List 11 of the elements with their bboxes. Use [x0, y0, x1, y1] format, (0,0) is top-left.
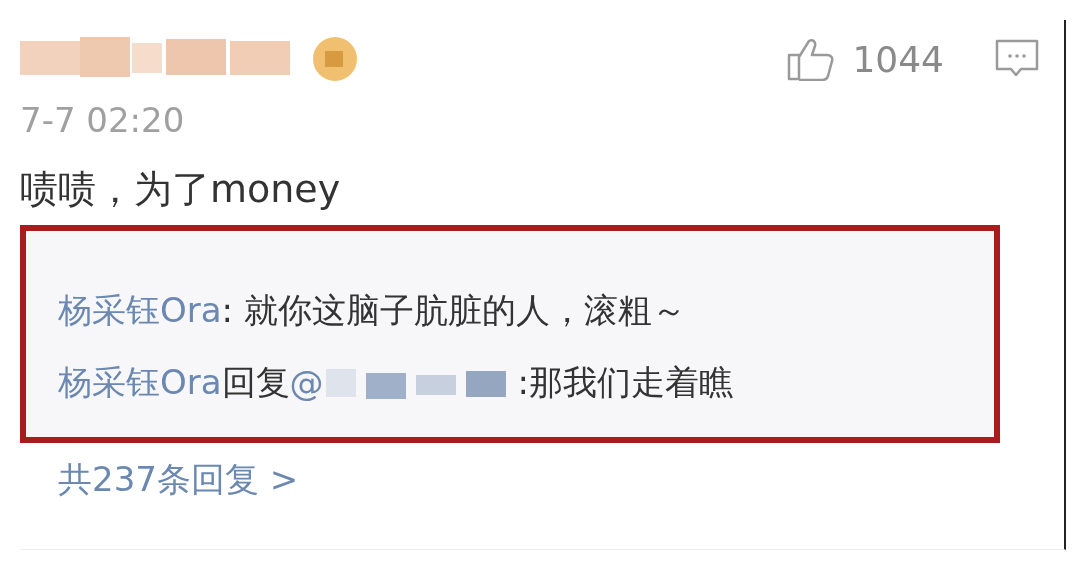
reply-count-link[interactable]: 共237条回复 > — [58, 457, 299, 503]
author-link[interactable]: 杨采钰Ora — [58, 288, 222, 334]
reply-text: 回复 — [221, 361, 290, 404]
comment-text: 啧啧，为了money — [20, 166, 342, 213]
author-link[interactable]: 杨采钰Ora — [58, 360, 222, 406]
reply-text: :那我们走着瞧 — [517, 361, 734, 404]
mention-link[interactable]: @ — [289, 363, 324, 403]
timestamp: 7-7 02:20 — [20, 100, 186, 140]
reply-text: : 就你这脑子肮脏的人，滚粗～ — [221, 289, 686, 332]
like-count: 1044 — [852, 38, 944, 80]
thumbs-up-icon[interactable] — [786, 37, 835, 81]
